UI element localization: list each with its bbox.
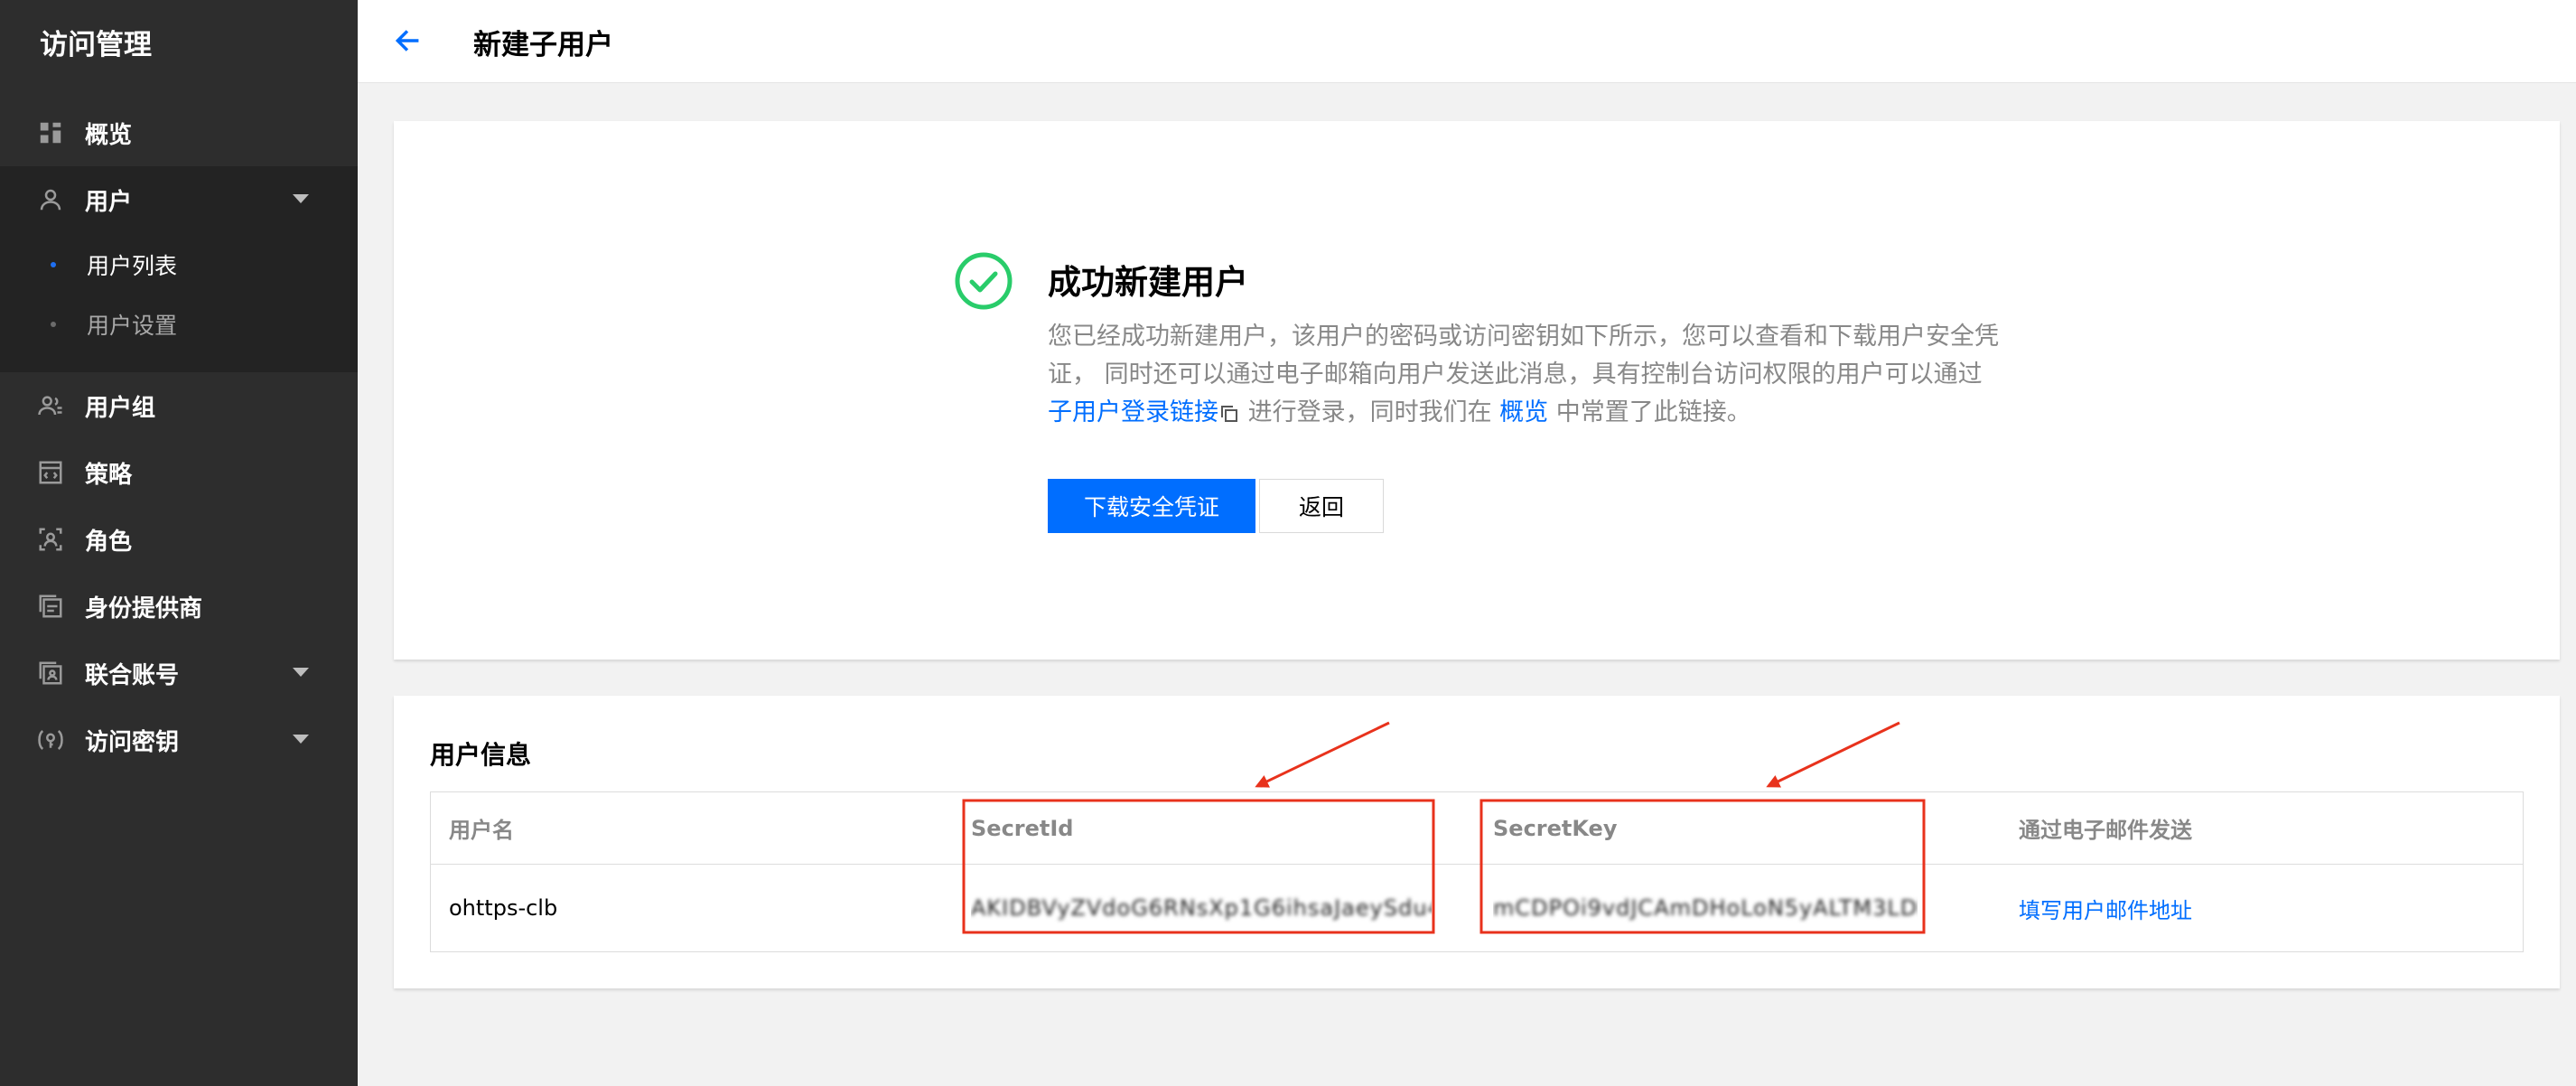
back-arrow-button[interactable]	[387, 20, 428, 61]
active-dot-icon	[51, 262, 56, 267]
caret-down-icon	[293, 735, 309, 744]
sidebar-subitem-user-list[interactable]: 用户列表	[0, 235, 358, 295]
user-info-card: 用户信息 用户名 SecretId SecretKey 通过电子邮件发送 oht…	[394, 696, 2560, 988]
sidebar-item-federated-accounts[interactable]: 联合账号	[0, 640, 358, 707]
sidebar-item-label: 联合账号	[85, 661, 180, 689]
desc-text: 您已经成功新建用户，该用户的密码或访问密钥如下所示，您可以查看和下载用户安全凭证…	[1048, 323, 1999, 389]
user-icon	[36, 185, 65, 214]
caret-down-icon	[293, 668, 309, 677]
table-header-row: 用户名 SecretId SecretKey 通过电子邮件发送	[431, 792, 2523, 865]
sidebar-item-overview[interactable]: 概览	[0, 99, 358, 166]
success-card: 成功新建用户 您已经成功新建用户，该用户的密码或访问密钥如下所示，您可以查看和下…	[394, 121, 2560, 660]
sidebar-item-access-keys[interactable]: 访问密钥	[0, 707, 358, 773]
arrow-left-icon	[395, 30, 419, 51]
fill-email-link[interactable]: 填写用户邮件地址	[2019, 865, 2488, 951]
sidebar-title: 访问管理	[40, 29, 152, 61]
desc-text: 进行登录，同时我们在	[1240, 398, 1500, 426]
secret-key-value: mCDPOi9vdJCAmDHoLoN5yALTM3LDIR	[1493, 895, 1918, 921]
back-button[interactable]: 返回	[1259, 479, 1384, 533]
column-header-secret-id: SecretId	[971, 815, 1074, 841]
sidebar-item-policies[interactable]: 策略	[0, 439, 358, 506]
sidebar-item-label: 角色	[85, 528, 133, 556]
username-cell: ohttps-clb	[449, 895, 558, 921]
user-info-title: 用户信息	[430, 740, 532, 770]
desc-text: 中常置了此链接。	[1548, 398, 1751, 426]
user-group-icon	[36, 391, 65, 420]
sidebar-item-users[interactable]: 用户	[0, 166, 358, 233]
sidebar-subitem-label: 用户设置	[87, 313, 178, 339]
copy-icon[interactable]	[1218, 403, 1240, 425]
user-info-table: 用户名 SecretId SecretKey 通过电子邮件发送 ohttps-c…	[430, 791, 2524, 952]
sidebar-subitem-label: 用户列表	[87, 253, 178, 279]
policy-icon	[36, 458, 65, 487]
dashboard-icon	[36, 118, 65, 147]
subuser-login-link[interactable]: 子用户登录链接	[1048, 398, 1218, 426]
sidebar-item-label: 用户	[85, 188, 133, 216]
success-description: 您已经成功新建用户，该用户的密码或访问密钥如下所示，您可以查看和下载用户安全凭证…	[1048, 318, 2005, 432]
page-header: 新建子用户	[358, 0, 2576, 83]
identity-provider-icon	[36, 592, 65, 621]
sidebar: 访问管理 概览 用户 用户列表 用户设置 用户组 策略 角色 身份提供商 联合账…	[0, 0, 358, 1086]
sidebar-item-user-groups[interactable]: 用户组	[0, 372, 358, 439]
secret-id-value: AKIDBVyZVdoG6RNsXp1G6ihsaJaeySdu4H8	[971, 895, 1432, 921]
download-credentials-button[interactable]: 下载安全凭证	[1048, 479, 1255, 533]
sidebar-subitem-user-settings[interactable]: 用户设置	[0, 295, 358, 354]
sidebar-item-label: 身份提供商	[85, 594, 203, 623]
sidebar-item-label: 访问密钥	[85, 728, 180, 756]
secret-id-cell[interactable]: AKIDBVyZVdoG6RNsXp1G6ihsaJaeySdu4H8	[971, 865, 1432, 951]
role-icon	[36, 525, 65, 554]
sidebar-item-identity-providers[interactable]: 身份提供商	[0, 573, 358, 640]
secret-key-cell[interactable]: mCDPOi9vdJCAmDHoLoN5yALTM3LDIR	[1493, 865, 1918, 951]
access-key-icon	[36, 726, 65, 754]
overview-link[interactable]: 概览	[1499, 398, 1548, 426]
page-title: 新建子用户	[473, 29, 613, 61]
column-header-username: 用户名	[449, 818, 514, 843]
sidebar-item-label: 策略	[85, 461, 133, 489]
dot-icon	[51, 322, 56, 327]
federated-account-icon	[36, 659, 65, 688]
column-header-secret-key: SecretKey	[1493, 815, 1618, 841]
sidebar-item-roles[interactable]: 角色	[0, 506, 358, 573]
sidebar-item-label: 概览	[85, 121, 133, 149]
success-check-icon	[955, 252, 1013, 310]
sidebar-item-label: 用户组	[85, 394, 156, 422]
column-header-email: 通过电子邮件发送	[2019, 818, 2192, 843]
table-row: ohttps-clb AKIDBVyZVdoG6RNsXp1G6ihsaJaey…	[431, 865, 2523, 951]
success-title: 成功新建用户	[1048, 263, 1248, 302]
caret-down-icon	[293, 194, 309, 203]
